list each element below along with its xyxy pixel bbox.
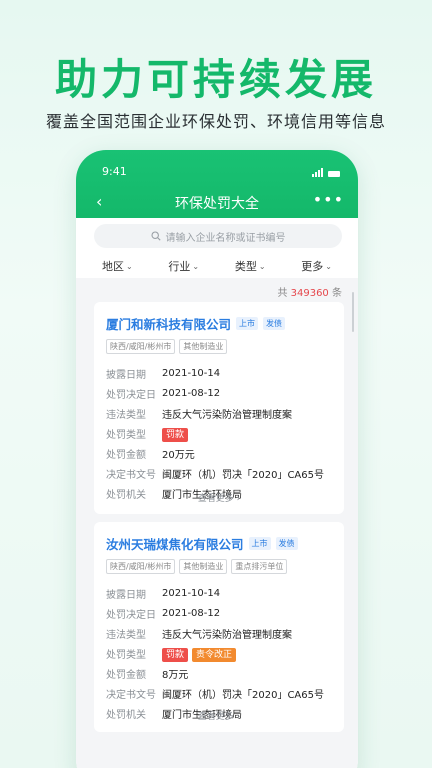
filter-industry[interactable]: 行业 ⌄ bbox=[168, 256, 199, 276]
status-time: 9:41 bbox=[102, 165, 127, 178]
penalty-card[interactable]: 厦门和新科技有限公司 上市 发债 陕西/咸阳/彬州市 其他制造业 披露日期 202… bbox=[94, 302, 344, 514]
row-key: 处罚决定日 bbox=[106, 389, 156, 401]
promo-subline: 覆盖全国范围企业环保处罚、环境信用等信息 bbox=[45, 112, 386, 131]
battery-icon bbox=[328, 171, 340, 177]
search-icon bbox=[150, 231, 161, 241]
category-tag: 其他制造业 bbox=[179, 339, 228, 354]
detail-row: 处罚类型 罚款 责令改正 bbox=[106, 643, 332, 663]
row-value: 20万元 bbox=[162, 449, 195, 461]
category-tag: 陕西/咸阳/彬州市 bbox=[106, 339, 176, 354]
detail-row: 处罚金额 8万元 bbox=[106, 663, 332, 683]
badge-fine: 罚款 bbox=[162, 427, 189, 442]
row-value: 2021-10-14 bbox=[162, 367, 221, 379]
filter-label: 行业 bbox=[168, 260, 191, 273]
detail-row: 处罚金额 20万元 bbox=[106, 443, 332, 463]
category-tag: 其他制造业 bbox=[179, 559, 228, 574]
row-key: 违法类型 bbox=[106, 629, 146, 641]
penalty-card[interactable]: 汝州天瑞煤焦化有限公司 上市 发债 陕西/咸阳/彬州市 其他制造业 重点排污单位… bbox=[94, 522, 344, 732]
row-key: 处罚金额 bbox=[106, 669, 146, 681]
count-number: 349360 bbox=[290, 288, 329, 299]
filter-type[interactable]: 类型 ⌄ bbox=[235, 256, 266, 276]
filter-label: 类型 bbox=[234, 260, 257, 273]
filter-bar: 地区 ⌄ 行业 ⌄ 类型 ⌄ 更多 ⌄ bbox=[76, 256, 358, 276]
detail-row: 违法类型 违反大气污染防治管理制度案 bbox=[106, 623, 332, 643]
chevron-right-icon: › bbox=[236, 712, 241, 722]
detail-row: 披露日期 2021-10-14 bbox=[106, 363, 332, 383]
detail-row: 披露日期 2021-10-14 bbox=[106, 583, 332, 603]
badge-fine: 罚款 bbox=[162, 647, 189, 662]
row-key: 披露日期 bbox=[106, 369, 146, 381]
chevron-down-icon: ⌄ bbox=[192, 261, 200, 271]
count-prefix: 共 bbox=[277, 288, 291, 299]
see-more-link[interactable]: 查看更多 › bbox=[94, 491, 344, 504]
nav-bar: ‹ 环保处罚大全 ••• bbox=[76, 190, 358, 214]
result-count: 共 349360 条 bbox=[277, 284, 342, 299]
row-key: 处罚金额 bbox=[106, 449, 146, 461]
phone-mockup: 9:41 ‹ 环保处罚大全 ••• 请输入企业名称或证书编号 地区 ⌄ 行业 ⌄ 类… bbox=[76, 150, 358, 768]
category-tag: 陕西/咸阳/彬州市 bbox=[106, 559, 176, 574]
row-value: 闽厦环（机）罚决「2020」CA65号 bbox=[162, 469, 324, 481]
row-value: 闽厦环（机）罚决「2020」CA65号 bbox=[162, 689, 324, 701]
company-name[interactable]: 厦门和新科技有限公司 bbox=[106, 314, 231, 333]
search-placeholder: 请输入企业名称或证书编号 bbox=[165, 232, 286, 244]
row-value: 违反大气污染防治管理制度案 bbox=[162, 629, 292, 641]
row-value: 2021-08-12 bbox=[162, 387, 221, 399]
category-tags: 陕西/咸阳/彬州市 其他制造业 bbox=[106, 339, 332, 354]
scrollbar[interactable] bbox=[352, 292, 354, 332]
tag-listed: 上市 bbox=[236, 317, 259, 330]
detail-row: 违法类型 违反大气污染防治管理制度案 bbox=[106, 403, 332, 423]
see-more-link[interactable]: 查看更多 › bbox=[94, 709, 344, 722]
row-key: 决定书文号 bbox=[106, 469, 156, 481]
row-value: 违反大气污染防治管理制度案 bbox=[162, 409, 292, 421]
chevron-down-icon: ⌄ bbox=[126, 261, 133, 271]
filter-more[interactable]: 更多 ⌄ bbox=[301, 256, 332, 276]
row-key: 披露日期 bbox=[106, 589, 146, 601]
row-key: 违法类型 bbox=[106, 409, 146, 421]
chevron-right-icon: › bbox=[236, 494, 241, 504]
tag-bond: 发债 bbox=[275, 537, 298, 550]
company-header: 厦门和新科技有限公司 上市 发债 bbox=[106, 314, 332, 333]
company-name[interactable]: 汝州天瑞煤焦化有限公司 bbox=[106, 534, 244, 553]
detail-row: 决定书文号 闽厦环（机）罚决「2020」CA65号 bbox=[106, 683, 332, 703]
row-key: 处罚决定日 bbox=[106, 609, 156, 621]
row-value: 2021-10-14 bbox=[162, 587, 221, 599]
detail-rows: 披露日期 2021-10-14 处罚决定日 2021-08-12 违法类型 违反大气污… bbox=[106, 363, 332, 503]
app-header: 9:41 ‹ 环保处罚大全 ••• bbox=[76, 150, 358, 218]
chevron-down-icon: ⌄ bbox=[325, 261, 332, 271]
promo-headline: 助力可持续发展 bbox=[54, 55, 377, 104]
row-value: 2021-08-12 bbox=[162, 607, 221, 619]
filter-region[interactable]: 地区 ⌄ bbox=[102, 256, 133, 276]
tag-bond: 发债 bbox=[263, 317, 286, 330]
detail-row: 处罚类型 罚款 bbox=[106, 423, 332, 443]
detail-row: 处罚决定日 2021-08-12 bbox=[106, 383, 332, 403]
detail-row: 处罚决定日 2021-08-12 bbox=[106, 603, 332, 623]
status-icons bbox=[312, 168, 340, 177]
row-value: 8万元 bbox=[162, 669, 189, 681]
search-input[interactable]: 请输入企业名称或证书编号 bbox=[94, 224, 342, 248]
filter-label: 更多 bbox=[301, 260, 324, 273]
see-more-label: 查看更多 bbox=[197, 494, 234, 504]
row-key: 处罚类型 bbox=[106, 649, 146, 661]
count-suffix: 条 bbox=[328, 288, 342, 299]
filter-label: 地区 bbox=[102, 260, 124, 273]
more-icon[interactable]: ••• bbox=[313, 190, 344, 209]
badge-rectify: 责令改正 bbox=[192, 647, 237, 662]
company-header: 汝州天瑞煤焦化有限公司 上市 发债 bbox=[106, 534, 332, 553]
category-tag: 重点排污单位 bbox=[231, 559, 288, 574]
signal-icon bbox=[312, 168, 323, 177]
see-more-label: 查看更多 bbox=[197, 712, 234, 722]
row-key: 决定书文号 bbox=[106, 689, 156, 701]
detail-row: 决定书文号 闽厦环（机）罚决「2020」CA65号 bbox=[106, 463, 332, 483]
row-key: 处罚类型 bbox=[106, 429, 146, 441]
tag-listed: 上市 bbox=[248, 537, 271, 550]
category-tags: 陕西/咸阳/彬州市 其他制造业 重点排污单位 bbox=[106, 559, 332, 574]
chevron-down-icon: ⌄ bbox=[258, 261, 266, 271]
detail-rows: 披露日期 2021-10-14 处罚决定日 2021-08-12 违法类型 违反大气污… bbox=[106, 583, 332, 723]
